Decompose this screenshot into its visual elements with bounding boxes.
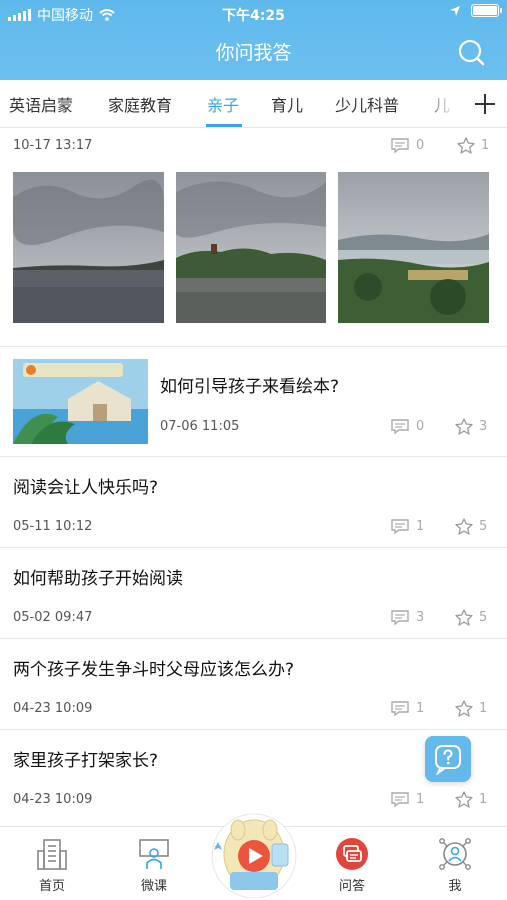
tab-kids-science[interactable]: 少儿科普	[335, 92, 399, 116]
center-play-button[interactable]	[208, 810, 300, 898]
list-item[interactable]: 两个孩子发生争斗时父母应该怎么办? 04-23 10:09 1 1	[0, 639, 507, 729]
comment-icon	[391, 138, 409, 154]
status-bar: 中国移动 下午4:25	[0, 0, 507, 26]
favorite-count[interactable]: 1	[455, 791, 487, 808]
nav-microlesson[interactable]: 微课	[124, 837, 184, 894]
tab-english[interactable]: 英语启蒙	[9, 92, 73, 116]
question-title[interactable]: 如何帮助孩子开始阅读	[13, 564, 183, 589]
comment-count[interactable]: 0	[390, 418, 424, 435]
star-icon	[455, 700, 473, 717]
question-bubble-icon	[435, 745, 461, 775]
comment-icon	[391, 701, 409, 717]
comment-icon	[391, 792, 409, 808]
post-photo[interactable]	[338, 172, 489, 323]
comment-count[interactable]: 3	[390, 609, 424, 626]
help-fab[interactable]	[425, 736, 471, 782]
favorite-count[interactable]: 3	[455, 418, 487, 435]
battery-icon	[471, 4, 502, 17]
comment-count[interactable]: 1	[390, 700, 424, 717]
list-item[interactable]: 阅读会让人快乐吗? 05-11 10:12 1 5	[0, 457, 507, 547]
nav-me[interactable]: 我	[425, 837, 485, 894]
top-header: 中国移动 下午4:25 你问我答	[0, 0, 507, 80]
star-icon	[455, 791, 473, 808]
profile-icon	[439, 838, 471, 870]
post-thumbnail[interactable]	[13, 359, 148, 444]
post-photo[interactable]	[13, 172, 164, 323]
comment-icon	[391, 610, 409, 626]
list-item[interactable]: 如何帮助孩子开始阅读 05-02 09:47 3 5	[0, 548, 507, 638]
active-tab-indicator	[206, 124, 242, 127]
favorite-count[interactable]: 5	[455, 609, 487, 626]
question-title[interactable]: 两个孩子发生争斗时父母应该怎么办?	[13, 655, 294, 680]
plus-icon	[474, 93, 495, 114]
list-item[interactable]: 如何引导孩子来看绘本? 07-06 11:05 0 3	[0, 347, 507, 456]
location-arrow-icon	[450, 5, 460, 16]
qa-icon	[336, 838, 368, 870]
add-tab-button[interactable]	[462, 80, 507, 127]
favorite-count[interactable]: 5	[455, 518, 487, 535]
comment-count[interactable]: 1	[390, 518, 424, 535]
favorite-count[interactable]: 1	[457, 137, 489, 154]
comment-icon	[391, 419, 409, 435]
page-title: 你问我答	[215, 42, 292, 64]
post-time: 05-11 10:12	[13, 519, 93, 534]
tab-family-education[interactable]: 家庭教育	[108, 92, 172, 116]
star-icon	[455, 518, 473, 535]
favorite-count[interactable]: 1	[455, 700, 487, 717]
question-title[interactable]: 家里孩子打架家长?	[13, 746, 158, 771]
star-icon	[457, 137, 475, 154]
list-item[interactable]: 10-17 13:17 0 1	[0, 128, 507, 346]
question-title[interactable]: 阅读会让人快乐吗?	[13, 473, 158, 498]
post-time: 10-17 13:17	[13, 138, 93, 153]
comment-count[interactable]: 1	[390, 791, 424, 808]
building-icon	[37, 839, 67, 870]
nav-qa[interactable]: 问答	[322, 837, 382, 894]
comment-icon	[391, 519, 409, 535]
post-time: 04-23 10:09	[13, 792, 93, 807]
tab-parenting[interactable]: 育儿	[271, 92, 303, 116]
clock: 下午4:25	[222, 8, 285, 24]
category-tabs: 英语启蒙 家庭教育 亲子 育儿 少儿科普 儿	[0, 80, 507, 128]
tab-parent-child[interactable]: 亲子	[207, 92, 239, 116]
question-title[interactable]: 如何引导孩子来看绘本?	[160, 372, 339, 397]
comment-count[interactable]: 0	[390, 137, 424, 154]
post-time: 04-23 10:09	[13, 701, 93, 716]
post-time: 07-06 11:05	[160, 419, 240, 434]
star-icon	[455, 609, 473, 626]
post-time: 05-02 09:47	[13, 610, 93, 625]
nav-home[interactable]: 首页	[22, 837, 82, 894]
star-icon	[455, 418, 473, 435]
post-photo[interactable]	[176, 172, 326, 323]
microlesson-icon	[139, 839, 169, 869]
search-icon[interactable]	[457, 38, 485, 66]
